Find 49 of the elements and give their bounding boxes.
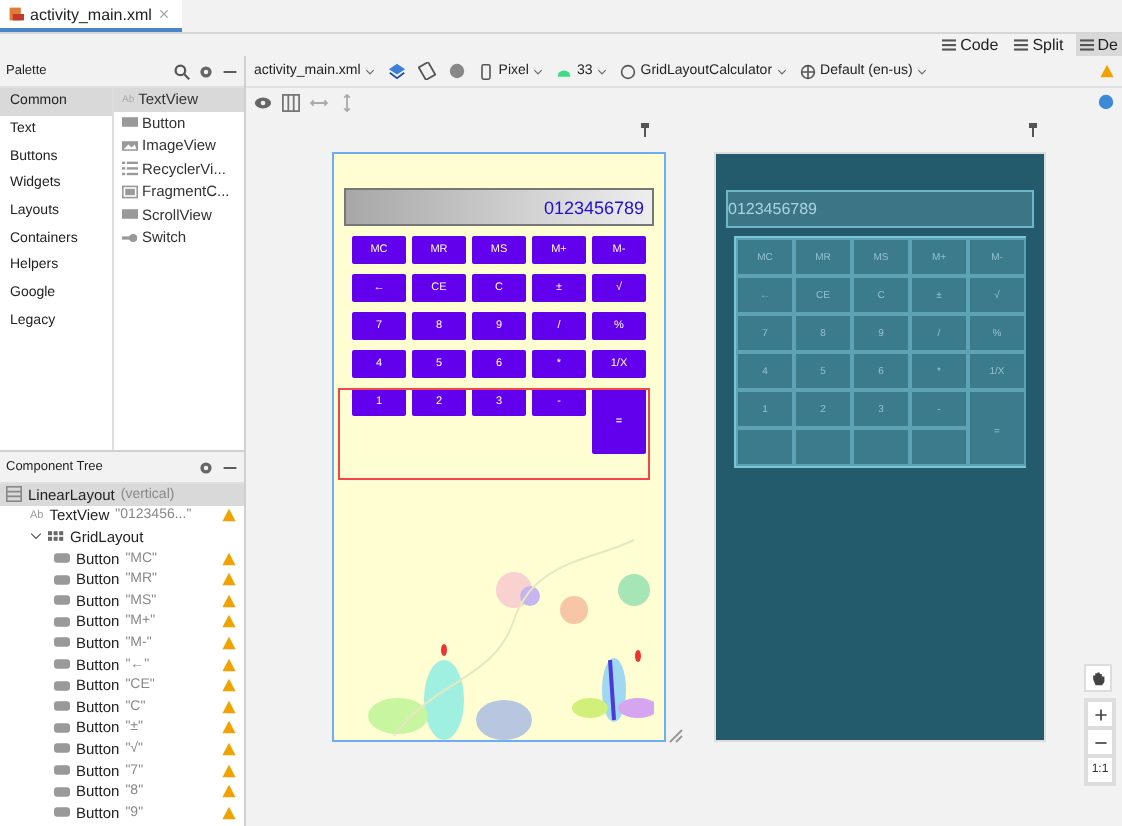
pan-tool-button[interactable] <box>1084 664 1112 692</box>
view-mode-button[interactable]: Code <box>938 34 1003 56</box>
calculator-display: 0123456789 <box>726 190 1034 228</box>
view-mode-button[interactable]: De <box>1075 34 1122 56</box>
xml-file-icon <box>8 6 24 22</box>
blueprint-cell <box>852 428 910 466</box>
blueprint-cell <box>794 428 852 466</box>
list-icon <box>122 160 138 177</box>
vertical-arrows-icon <box>338 93 356 111</box>
mode-icon <box>1014 38 1029 52</box>
warning-icon <box>1100 64 1114 78</box>
zoom-in-button[interactable] <box>1086 700 1114 728</box>
search-icon <box>174 63 190 79</box>
caret-icon <box>916 65 929 77</box>
globe-icon <box>800 63 817 79</box>
rotate-icon <box>418 62 437 80</box>
mode-icon <box>1079 38 1094 52</box>
warning-icon <box>222 508 236 523</box>
caret-icon <box>532 65 545 77</box>
resize-handle-icon[interactable] <box>668 728 684 744</box>
chevron-icon[interactable] <box>30 530 42 543</box>
blueprint-cell <box>910 428 968 466</box>
settings-icon <box>198 63 214 79</box>
fragment-icon <box>122 183 138 200</box>
layers-icon <box>388 62 407 80</box>
view-mode-button[interactable]: Split <box>1010 34 1068 56</box>
editor-tab[interactable]: activity_main.xml <box>0 0 182 32</box>
caret-icon <box>776 65 789 77</box>
calculator-display: 0123456789 <box>344 188 654 226</box>
eye-icon <box>254 93 272 111</box>
caret-icon <box>364 65 377 77</box>
settings-icon <box>198 459 214 475</box>
close-icon <box>157 8 170 20</box>
plus-icon <box>1093 707 1107 721</box>
button-icon <box>122 206 138 223</box>
grid-icon <box>48 528 64 545</box>
caret-icon <box>596 65 609 77</box>
linear-layout-icon <box>6 486 22 503</box>
mode-icon <box>942 38 957 52</box>
pin-icon[interactable] <box>640 122 650 138</box>
phone-icon <box>478 63 495 79</box>
switch-icon <box>122 229 138 246</box>
button-icon <box>122 114 138 131</box>
hand-icon <box>1090 670 1106 686</box>
image-icon <box>122 137 138 154</box>
columns-icon <box>282 93 300 111</box>
zoom-out-button[interactable] <box>1086 728 1114 756</box>
pin-icon[interactable] <box>1028 122 1038 138</box>
blueprint-cell <box>736 428 794 466</box>
